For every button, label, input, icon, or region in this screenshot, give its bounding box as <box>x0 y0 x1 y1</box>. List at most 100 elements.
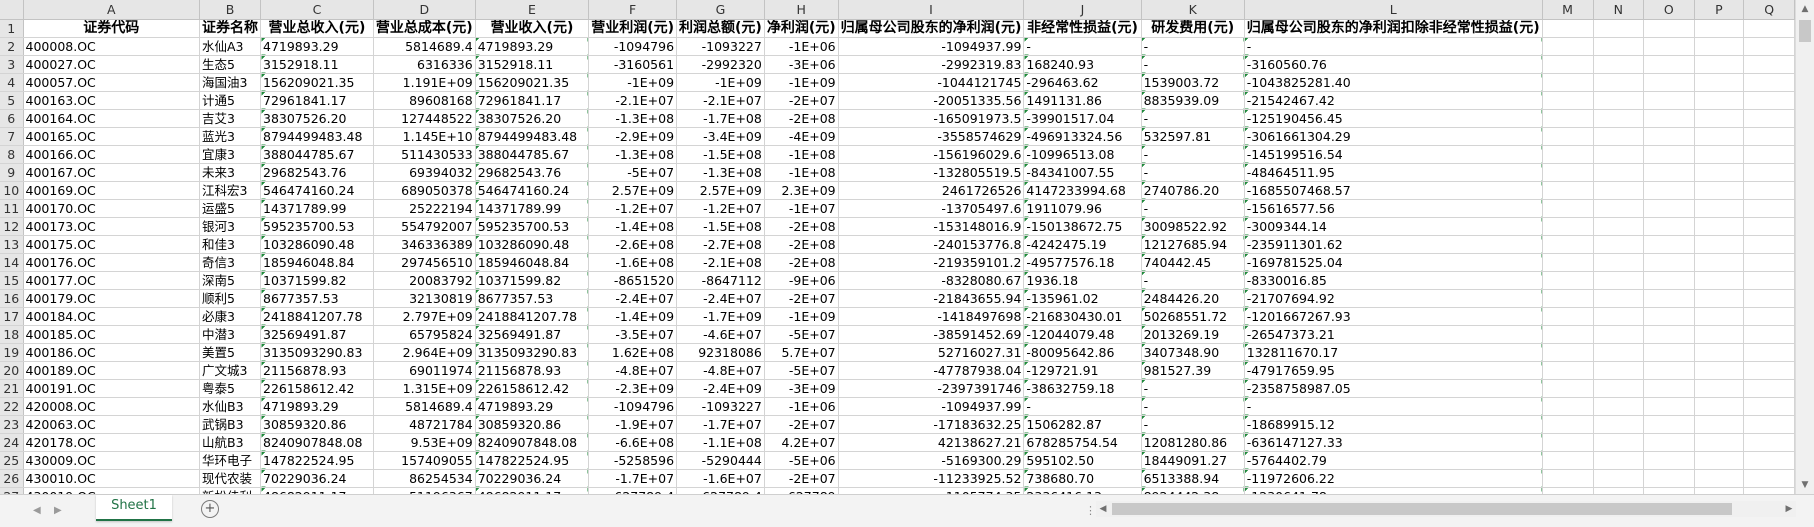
cell-n10[interactable] <box>1593 181 1644 200</box>
select-all-corner[interactable] <box>0 0 24 20</box>
cell-b9[interactable]: 未来3 <box>199 163 261 182</box>
cell-i4[interactable]: -1044121745 <box>838 73 1025 92</box>
cell-a17[interactable]: 400184.OC <box>23 307 201 326</box>
cell-a19[interactable]: 400186.OC <box>23 343 201 362</box>
cell-a3[interactable]: 400027.OC <box>23 55 201 74</box>
cell-a11[interactable]: 400170.OC <box>23 199 201 218</box>
cell-c9[interactable]: 29682543.76 <box>260 163 374 182</box>
cell-l5[interactable]: -21542467.42 <box>1244 91 1543 110</box>
row-header-22[interactable]: 22 <box>0 397 24 416</box>
cell-h10[interactable]: 2.3E+09 <box>764 181 839 200</box>
cell-n2[interactable] <box>1593 37 1644 56</box>
cell-m20[interactable] <box>1542 361 1594 380</box>
cell-k17[interactable]: 50268551.72 <box>1141 307 1245 326</box>
cell-b3[interactable]: 生态5 <box>199 55 261 74</box>
row-header-8[interactable]: 8 <box>0 145 24 164</box>
cell-g23[interactable]: -1.7E+07 <box>676 415 765 434</box>
cell-g17[interactable]: -1.7E+09 <box>676 307 765 326</box>
cell-f13[interactable]: -2.6E+08 <box>588 235 678 254</box>
cell-h12[interactable]: -2E+08 <box>764 217 839 236</box>
cell-l14[interactable]: -169781525.04 <box>1244 253 1543 272</box>
scroll-down-arrow-icon[interactable]: ▼ <box>1796 476 1814 494</box>
cell-p21[interactable] <box>1694 379 1745 398</box>
cell-i8[interactable]: -156196029.6 <box>838 145 1025 164</box>
row-header-25[interactable]: 25 <box>0 451 24 470</box>
cell-m14[interactable] <box>1542 253 1594 272</box>
cell-o22[interactable] <box>1643 397 1695 416</box>
cell-k3[interactable]: - <box>1141 55 1245 74</box>
cell-a22[interactable]: 420008.OC <box>23 397 201 416</box>
cell-l19[interactable]: 132811670.17 <box>1244 343 1543 362</box>
cell-e2[interactable]: 4719893.29 <box>475 37 590 56</box>
header-cell-p[interactable] <box>1694 19 1745 38</box>
header-cell-n[interactable] <box>1593 19 1644 38</box>
cell-h7[interactable]: -4E+09 <box>764 127 839 146</box>
prev-sheet-arrow-icon[interactable]: ◀ <box>33 505 41 516</box>
cell-b20[interactable]: 广文城3 <box>199 361 261 380</box>
cell-m6[interactable] <box>1542 109 1594 128</box>
cell-k2[interactable]: - <box>1141 37 1245 56</box>
cell-b23[interactable]: 武锅B3 <box>199 415 261 434</box>
row-header-18[interactable]: 18 <box>0 325 24 344</box>
cell-d7[interactable]: 1.145E+10 <box>373 127 476 146</box>
cell-c10[interactable]: 546474160.24 <box>260 181 374 200</box>
cell-g14[interactable]: -2.1E+08 <box>676 253 765 272</box>
cell-n5[interactable] <box>1593 91 1644 110</box>
cell-i13[interactable]: -240153776.8 <box>838 235 1025 254</box>
cell-q24[interactable] <box>1743 433 1795 452</box>
cell-i21[interactable]: -2397391746 <box>838 379 1025 398</box>
cell-e9[interactable]: 29682543.76 <box>475 163 590 182</box>
cell-f7[interactable]: -2.9E+09 <box>588 127 678 146</box>
cell-m18[interactable] <box>1542 325 1594 344</box>
cell-l15[interactable]: -8330016.85 <box>1244 271 1543 290</box>
cell-q2[interactable] <box>1743 37 1795 56</box>
cell-q5[interactable] <box>1743 91 1795 110</box>
cell-c8[interactable]: 388044785.67 <box>260 145 374 164</box>
column-header-l[interactable]: L <box>1244 0 1543 20</box>
cell-h13[interactable]: -2E+08 <box>764 235 839 254</box>
cell-m15[interactable] <box>1542 271 1594 290</box>
cell-j11[interactable]: 1911079.96 <box>1023 199 1142 218</box>
column-header-g[interactable]: G <box>676 0 765 20</box>
cell-b8[interactable]: 宜康3 <box>199 145 261 164</box>
cell-h20[interactable]: -5E+07 <box>764 361 839 380</box>
cell-c6[interactable]: 38307526.20 <box>260 109 374 128</box>
cell-e23[interactable]: 30859320.86 <box>475 415 590 434</box>
cell-a21[interactable]: 400191.OC <box>23 379 201 398</box>
row-header-19[interactable]: 19 <box>0 343 24 362</box>
header-cell-j[interactable]: 非经常性损益(元) <box>1023 19 1142 38</box>
cell-d2[interactable]: 5814689.4 <box>373 37 476 56</box>
column-header-q[interactable]: Q <box>1743 0 1795 20</box>
cell-e3[interactable]: 3152918.11 <box>475 55 590 74</box>
cell-i6[interactable]: -165091973.5 <box>838 109 1025 128</box>
cell-n9[interactable] <box>1593 163 1644 182</box>
cell-l3[interactable]: -3160560.76 <box>1244 55 1543 74</box>
cell-m3[interactable] <box>1542 55 1594 74</box>
cell-d14[interactable]: 297456510 <box>373 253 476 272</box>
cell-n4[interactable] <box>1593 73 1644 92</box>
cell-o3[interactable] <box>1643 55 1695 74</box>
cell-e18[interactable]: 32569491.87 <box>475 325 590 344</box>
scroll-left-arrow-icon[interactable]: ◀ <box>1096 501 1110 517</box>
cell-m16[interactable] <box>1542 289 1594 308</box>
cell-d15[interactable]: 20083792 <box>373 271 476 290</box>
cell-j20[interactable]: -129721.91 <box>1023 361 1142 380</box>
cell-c19[interactable]: 3135093290.83 <box>260 343 374 362</box>
cell-a5[interactable]: 400163.OC <box>23 91 201 110</box>
cell-i19[interactable]: 52716027.31 <box>838 343 1025 362</box>
cell-l12[interactable]: -3009344.14 <box>1244 217 1543 236</box>
cell-l7[interactable]: -3061661304.29 <box>1244 127 1543 146</box>
cell-j5[interactable]: 1491131.86 <box>1023 91 1142 110</box>
cell-f17[interactable]: -1.4E+09 <box>588 307 678 326</box>
cell-j27[interactable]: 2336416.13 <box>1023 487 1142 494</box>
cell-d11[interactable]: 25222194 <box>373 199 476 218</box>
row-header-1[interactable]: 1 <box>0 19 24 38</box>
cell-i17[interactable]: -1418497698 <box>838 307 1025 326</box>
cell-d24[interactable]: 9.53E+09 <box>373 433 476 452</box>
cell-m26[interactable] <box>1542 469 1594 488</box>
cell-m25[interactable] <box>1542 451 1594 470</box>
cell-c20[interactable]: 21156878.93 <box>260 361 374 380</box>
cell-d21[interactable]: 1.315E+09 <box>373 379 476 398</box>
row-header-16[interactable]: 16 <box>0 289 24 308</box>
cell-n25[interactable] <box>1593 451 1644 470</box>
